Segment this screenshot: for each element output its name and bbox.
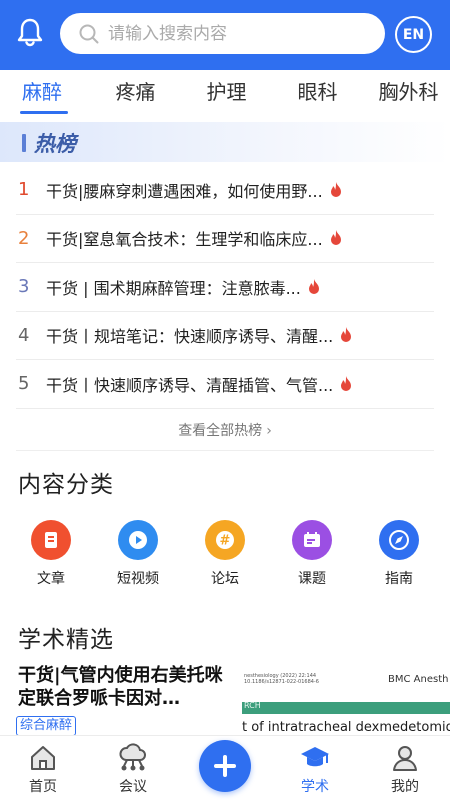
- forum-icon: #: [205, 520, 245, 560]
- category-forum[interactable]: # 论坛: [190, 520, 260, 588]
- fire-icon: [308, 278, 319, 294]
- fire-icon: [330, 181, 341, 197]
- hot-rank: 2: [18, 227, 30, 249]
- hot-item-title: 干货 | 围术期麻醉管理：注意脓毒...: [46, 278, 301, 298]
- chevron-right-icon: ›: [266, 423, 272, 439]
- video-icon: [118, 520, 158, 560]
- view-all-label: 查看全部热榜: [178, 423, 263, 439]
- divider: [16, 450, 434, 451]
- top-bar: EN: [0, 0, 450, 70]
- svg-text:#: #: [220, 534, 231, 549]
- nav-academic[interactable]: 学术: [280, 736, 350, 800]
- fire-icon: [341, 327, 352, 343]
- category-guide[interactable]: 指南: [364, 520, 434, 588]
- view-all-hot-link[interactable]: 查看全部热榜 ›: [0, 420, 450, 440]
- hot-item-title: 干货丨快速顺序诱导、清醒插管、气管...: [46, 375, 334, 395]
- academic-title: 学术精选: [18, 627, 114, 653]
- nav-home[interactable]: 首页: [8, 736, 78, 800]
- article-tag[interactable]: 综合麻醉: [16, 716, 77, 736]
- compass-icon: [379, 520, 419, 560]
- hot-list-item[interactable]: 3 干货 | 围术期麻醉管理：注意脓毒...: [16, 263, 434, 312]
- meeting-icon: [119, 743, 146, 771]
- hot-list-item[interactable]: 2 干货|窒息氧合技术：生理学和临床应...: [16, 215, 434, 263]
- tab-thoracic-surgery[interactable]: 胸外科: [363, 70, 450, 120]
- hot-rank: 1: [18, 179, 30, 201]
- thumb-journal: BMC Anesth: [388, 674, 449, 685]
- hot-list-item[interactable]: 4 干货丨规培笔记：快速顺序诱导、清醒...: [16, 312, 434, 360]
- tab-ophthalmology[interactable]: 眼科: [272, 70, 363, 120]
- hot-item-title: 干货丨规培笔记：快速顺序诱导、清醒...: [46, 327, 334, 347]
- hot-rank: 5: [18, 373, 30, 395]
- hot-list-marker: [22, 134, 26, 152]
- bell-icon[interactable]: [14, 16, 46, 48]
- tab-nursing[interactable]: 护理: [181, 70, 272, 120]
- tab-anesthesia[interactable]: 麻醉: [0, 70, 90, 120]
- plus-icon: [214, 755, 236, 777]
- nav-meeting[interactable]: 会议: [98, 736, 168, 800]
- category-label: 短视频: [117, 571, 159, 587]
- category-label: 课题: [298, 571, 326, 587]
- category-label: 论坛: [211, 571, 239, 587]
- nav-label: 首页: [29, 779, 57, 795]
- nav-profile[interactable]: 我的: [370, 736, 440, 800]
- hot-item-title: 干货|窒息氧合技术：生理学和临床应...: [46, 230, 323, 250]
- hot-rank: 3: [18, 276, 30, 298]
- article-card-title[interactable]: 干货|气管内使用右美托咪定联合罗哌卡因对…: [18, 664, 223, 710]
- category-article[interactable]: 文章: [16, 520, 86, 588]
- category-tabs: 麻醉 疼痛 护理 眼科 胸外科: [0, 70, 450, 120]
- hot-list-header: 热榜: [0, 122, 450, 162]
- hot-list-item[interactable]: 1 干货|腰麻穿刺遭遇困难，如何使用野...: [16, 166, 434, 215]
- category-label: 指南: [385, 571, 413, 587]
- thumb-band-label: RCH: [244, 701, 261, 710]
- article-icon: [31, 520, 71, 560]
- category-grid: 文章 短视频 # 论坛 课题 指南: [0, 520, 450, 590]
- categories-title: 内容分类: [18, 472, 114, 498]
- category-label: 文章: [37, 571, 65, 587]
- search-bar[interactable]: [60, 13, 385, 54]
- publish-button[interactable]: [199, 740, 251, 792]
- hot-item-title: 干货|腰麻穿刺遭遇困难，如何使用野...: [46, 181, 323, 201]
- category-video[interactable]: 短视频: [103, 520, 173, 588]
- search-input[interactable]: [108, 23, 368, 44]
- thumb-band: [242, 702, 450, 714]
- topic-icon: [292, 520, 332, 560]
- hot-list-item[interactable]: 5 干货丨快速顺序诱导、清醒插管、气管...: [16, 360, 434, 409]
- hot-rank: 4: [18, 324, 30, 346]
- language-switch-button[interactable]: EN: [395, 16, 432, 53]
- nav-label: 会议: [119, 779, 147, 795]
- profile-icon: [393, 746, 417, 771]
- tab-pain[interactable]: 疼痛: [90, 70, 181, 120]
- thumb-doi: 10.1186/s12871-022-01684-6: [244, 679, 319, 685]
- hot-list: 1 干货|腰麻穿刺遭遇困难，如何使用野... 2 干货|窒息氧合技术：生理学和临…: [0, 166, 450, 409]
- thumb-citation: nesthesiology (2022) 22:144 10.1186/s1287…: [244, 673, 319, 685]
- nav-label: 我的: [391, 779, 419, 795]
- hot-list-title: 热榜: [34, 132, 76, 156]
- nav-label: 学术: [301, 779, 329, 795]
- search-icon: [79, 24, 99, 43]
- fire-icon: [330, 230, 341, 246]
- thumb-headline: t of intratracheal dexmedetomidine: [242, 720, 450, 735]
- academic-cap-icon: [301, 747, 329, 767]
- fire-icon: [341, 375, 352, 391]
- category-topic[interactable]: 课题: [277, 520, 347, 588]
- bottom-nav: 首页 会议 学术 我的: [0, 735, 450, 800]
- home-icon: [31, 746, 55, 770]
- article-thumbnail[interactable]: nesthesiology (2022) 22:144 10.1186/s1287…: [242, 664, 450, 740]
